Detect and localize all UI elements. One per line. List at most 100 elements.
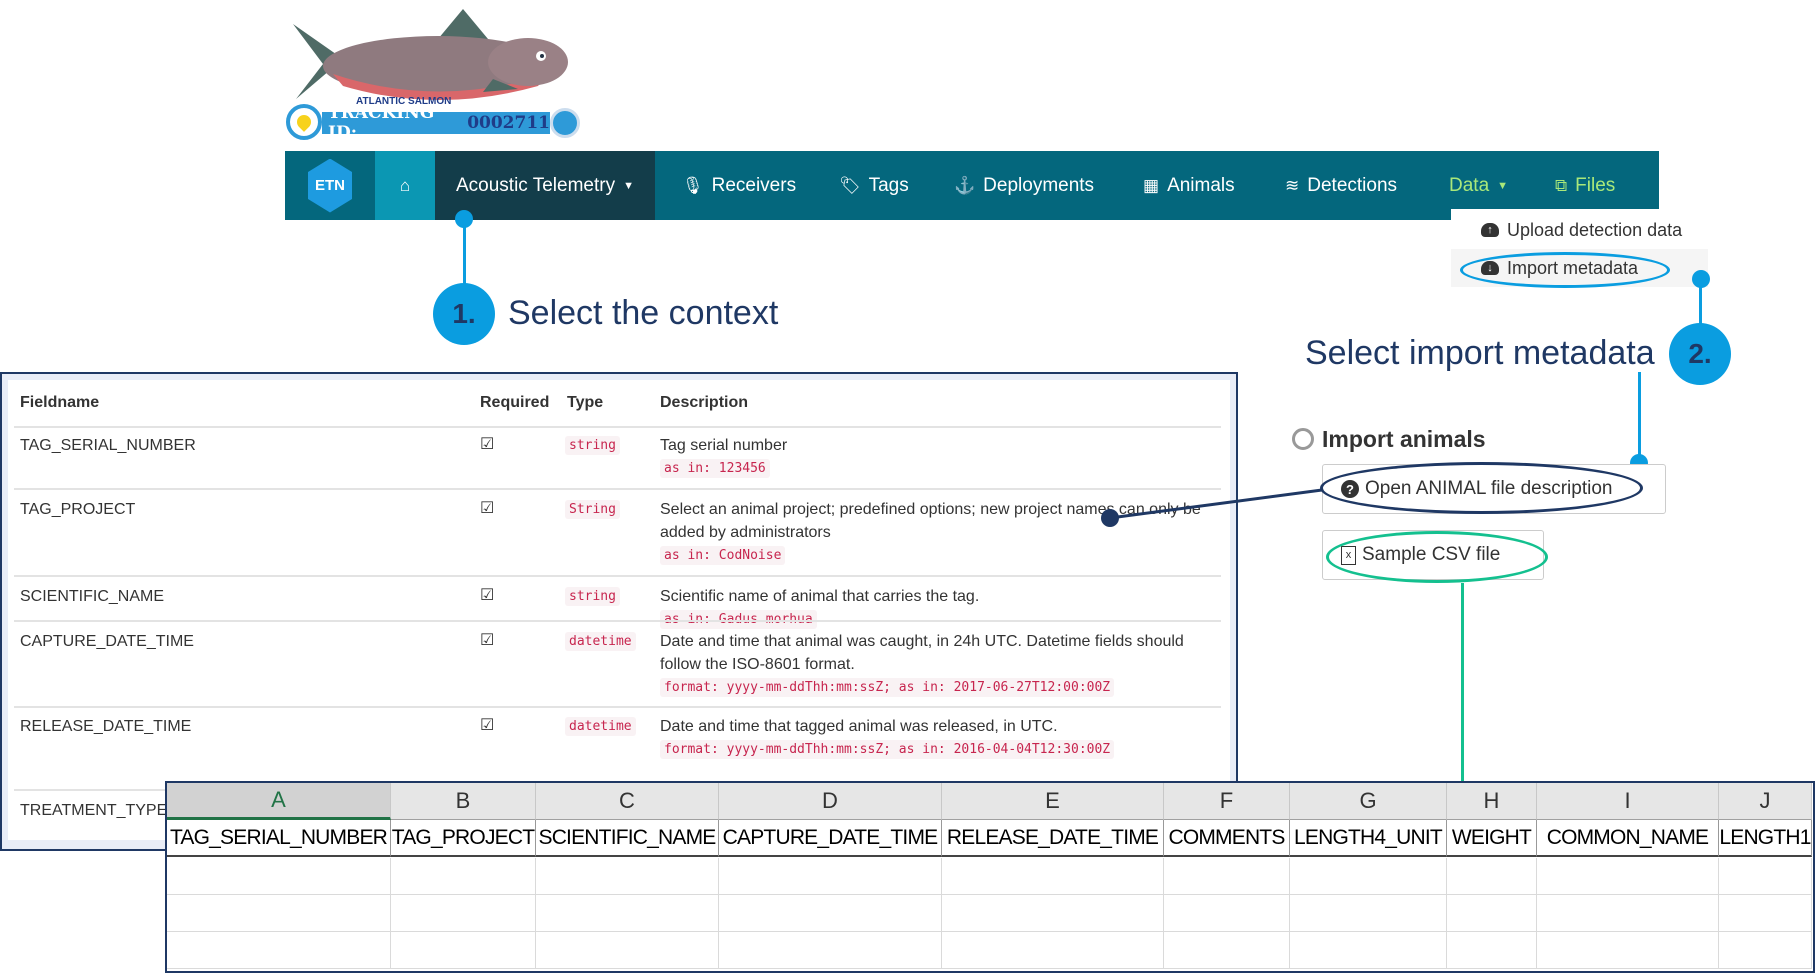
home-icon: ⌂ [399, 175, 411, 195]
field-name: SCIENTIFIC_NAME [20, 588, 165, 605]
empty-cell[interactable] [1164, 932, 1290, 969]
row-divider [14, 620, 1221, 622]
header-cell[interactable]: COMMENTS [1164, 820, 1290, 857]
nav-receivers[interactable]: 🎙 Receivers [682, 151, 796, 220]
header-cell[interactable]: TAG_SERIAL_NUMBER [167, 820, 391, 857]
empty-cell[interactable] [391, 895, 536, 932]
field-example: format: yyyy-mm-ddThh:mm:ssZ; as in: 201… [660, 740, 1115, 759]
menu-item-upload-detection-data[interactable]: ↑ Upload detection data [1451, 211, 1708, 249]
empty-cell[interactable] [719, 858, 942, 895]
header-cell[interactable]: SCIENTIFIC_NAME [536, 820, 719, 857]
row-divider [14, 488, 1221, 490]
empty-cell[interactable] [1447, 895, 1537, 932]
field-description-table: Fieldname Required Type Description TAG_… [8, 380, 1230, 840]
microphone-icon: 🎙 [682, 175, 704, 195]
col-header-type: Type [567, 394, 604, 411]
callout-2-text: Select import metadata [1305, 334, 1655, 372]
empty-cell[interactable] [942, 932, 1164, 969]
header-cell[interactable]: TAG_PROJECT [391, 820, 536, 857]
row-divider [14, 426, 1221, 428]
empty-cell[interactable] [1164, 895, 1290, 932]
row-divider [14, 706, 1221, 708]
empty-cell[interactable] [1290, 932, 1447, 969]
empty-cell[interactable] [167, 895, 391, 932]
empty-cell[interactable] [1447, 932, 1537, 969]
empty-cell[interactable] [1537, 895, 1719, 932]
empty-cell[interactable] [536, 858, 719, 895]
nav-detections[interactable]: ≋ Detections [1285, 151, 1397, 220]
empty-cell[interactable] [167, 932, 391, 969]
empty-cell[interactable] [1290, 858, 1447, 895]
nav-home[interactable]: ⌂ [375, 151, 435, 220]
empty-cell[interactable] [391, 858, 536, 895]
column-header-h[interactable]: H [1447, 783, 1537, 820]
empty-cell[interactable] [942, 895, 1164, 932]
column-header-d[interactable]: D [719, 783, 942, 820]
column-header-e[interactable]: E [942, 783, 1164, 820]
empty-cell[interactable] [1537, 932, 1719, 969]
callout-2-pointer-line [1638, 372, 1641, 462]
empty-cell[interactable] [1719, 932, 1812, 969]
animal-file-description-panel: Fieldname Required Type Description TAG_… [0, 372, 1238, 851]
column-header-b[interactable]: B [391, 783, 536, 820]
tracking-id: 0002711 [467, 113, 550, 133]
highlight-sample-csv [1326, 531, 1548, 583]
column-header-j[interactable]: J [1719, 783, 1812, 820]
field-type: datetime [565, 717, 636, 736]
required-check-icon: ☑ [480, 436, 495, 453]
nav-deployments[interactable]: ⚓ Deployments [954, 151, 1094, 220]
empty-cell[interactable] [1164, 858, 1290, 895]
header-cell[interactable]: COMMON_NAME [1537, 820, 1719, 857]
atlantic-salmon-tracking-logo: ATLANTIC SALMON TRACKING ID: 0002711 [286, 4, 583, 143]
column-header-f[interactable]: F [1164, 783, 1290, 820]
field-description: Date and time that animal was caught, in… [660, 633, 1184, 673]
col-header-description: Description [660, 394, 749, 411]
column-header-a[interactable]: A [167, 783, 391, 820]
field-description: Tag serial number [660, 437, 788, 454]
column-header-c[interactable]: C [536, 783, 719, 820]
cloud-upload-icon: ↑ [1481, 223, 1499, 237]
header-cell[interactable]: LENGTH4_UNIT [1290, 820, 1447, 857]
column-header-i[interactable]: I [1537, 783, 1719, 820]
nav-label: Tags [868, 174, 909, 196]
field-example: as in: 123456 [660, 459, 770, 478]
empty-cell[interactable] [391, 932, 536, 969]
header-cell[interactable]: CAPTURE_DATE_TIME [719, 820, 942, 857]
field-type: string [565, 436, 620, 455]
field-description: Select an animal project; predefined opt… [660, 501, 1201, 541]
required-check-icon: ☑ [480, 717, 495, 734]
empty-cell[interactable] [1719, 858, 1812, 895]
sample-csv-spreadsheet: A TAG_SERIAL_NUMBER B TAG_PROJECT C SCIENTIFI… [165, 781, 1815, 973]
nav-tags[interactable]: 🏷 Tags [839, 151, 909, 220]
column-header-g[interactable]: G [1290, 783, 1447, 820]
empty-cell[interactable] [1290, 895, 1447, 932]
field-example: as in: CodNoise [660, 546, 786, 565]
field-type: string [565, 587, 620, 606]
field-name: TAG_PROJECT [20, 501, 136, 518]
header-cell[interactable]: RELEASE_DATE_TIME [942, 820, 1164, 857]
empty-cell[interactable] [536, 895, 719, 932]
empty-cell[interactable] [1447, 858, 1537, 895]
caret-down-icon: ▼ [623, 179, 634, 192]
header-cell[interactable]: WEIGHT [1447, 820, 1537, 857]
header-cell[interactable]: LENGTH1 [1719, 820, 1812, 857]
nav-animals[interactable]: ▦ Animals [1143, 151, 1235, 220]
import-animals-radio[interactable] [1292, 428, 1314, 450]
nav-label: Detections [1307, 174, 1398, 196]
empty-cell[interactable] [167, 858, 391, 895]
nav-label: Data [1449, 174, 1490, 196]
empty-cell[interactable] [719, 932, 942, 969]
empty-cell[interactable] [536, 932, 719, 969]
empty-cell[interactable] [1719, 895, 1812, 932]
files-icon: ⧉ [1555, 175, 1568, 195]
etn-logo[interactable]: ETN [285, 151, 375, 220]
barcode-tag-icon [550, 108, 580, 138]
empty-cell[interactable] [1537, 858, 1719, 895]
empty-cell[interactable] [942, 858, 1164, 895]
callout-1-connector [463, 218, 466, 288]
caret-down-icon: ▼ [1497, 179, 1509, 192]
empty-cell[interactable] [719, 895, 942, 932]
nav-label: Deployments [983, 174, 1095, 196]
database-icon: ≋ [1285, 175, 1300, 195]
nav-acoustic-telemetry[interactable]: Acoustic Telemetry ▼ [435, 151, 655, 220]
